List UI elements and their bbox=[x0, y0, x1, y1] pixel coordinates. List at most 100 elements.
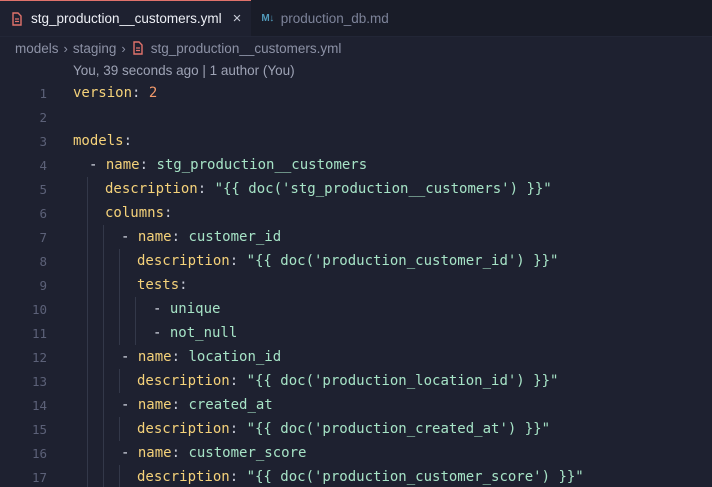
yaml-separator: : bbox=[171, 445, 189, 461]
yaml-separator: : bbox=[132, 85, 149, 101]
tab-stg-production-customers[interactable]: stg_production__customers.yml × bbox=[0, 0, 252, 36]
code-text: columns: bbox=[105, 205, 172, 221]
code-text: - name: location_id bbox=[121, 349, 281, 365]
yaml-value: customer_id bbox=[188, 229, 282, 245]
indent-guide bbox=[135, 321, 136, 345]
code-text: description: "{{ doc('production_locatio… bbox=[137, 373, 558, 389]
chevron-right-icon: › bbox=[63, 40, 68, 56]
line-number: 9 bbox=[39, 277, 47, 293]
line-number: 14 bbox=[31, 397, 47, 413]
yaml-value: stg_production__customers bbox=[156, 157, 368, 173]
yaml-separator: : bbox=[139, 157, 157, 173]
indent-guide bbox=[119, 273, 120, 297]
indent-guide bbox=[103, 417, 104, 441]
yaml-key: name bbox=[137, 349, 172, 365]
yaml-value: created_at bbox=[188, 397, 273, 413]
code-line[interactable]: 2 bbox=[0, 105, 712, 129]
yaml-key: models bbox=[73, 133, 124, 149]
code-text: - name: stg_production__customers bbox=[89, 157, 367, 173]
code-text: tests: bbox=[137, 277, 188, 293]
tab-label: production_db.md bbox=[280, 10, 389, 26]
indent-guide bbox=[103, 369, 104, 393]
indent-guide bbox=[87, 441, 88, 465]
yaml-key: version bbox=[73, 85, 133, 101]
indent-guide bbox=[103, 393, 104, 417]
code-line[interactable]: 7 - name: customer_id bbox=[0, 225, 712, 249]
code-line[interactable]: 3 models: bbox=[0, 129, 712, 153]
yaml-value: "{{ doc('production_created_at') }}" bbox=[246, 421, 551, 437]
indent-guide bbox=[87, 273, 88, 297]
indent-guide bbox=[103, 249, 104, 273]
yaml-key: description bbox=[137, 421, 230, 437]
yaml-separator: : bbox=[171, 397, 189, 413]
yaml-key: tests bbox=[137, 277, 180, 293]
yaml-separator: : bbox=[179, 277, 188, 293]
yaml-value: "{{ doc('production_location_id') }}" bbox=[246, 373, 559, 389]
code-line[interactable]: 5 description: "{{ doc('stg_production__c… bbox=[0, 177, 712, 201]
indent-guide bbox=[87, 321, 88, 345]
code-line[interactable]: 1 version: 2 bbox=[0, 81, 712, 105]
code-line[interactable]: 16 - name: customer_score bbox=[0, 441, 712, 465]
indent-guide bbox=[87, 345, 88, 369]
git-blame-annotation[interactable]: You, 39 seconds ago | 1 author (You) bbox=[0, 59, 712, 81]
code-text: version: 2 bbox=[73, 85, 157, 101]
code-line[interactable]: 4 - name: stg_production__customers bbox=[0, 153, 712, 177]
yaml-value: "{{ doc('production_customer_id') }}" bbox=[246, 253, 559, 269]
indent-guide bbox=[87, 465, 88, 487]
yaml-dash: - bbox=[153, 301, 170, 317]
yaml-separator: : bbox=[171, 229, 189, 245]
yaml-separator: : bbox=[229, 469, 247, 485]
code-line[interactable]: 17 description: "{{ doc('production_custo… bbox=[0, 465, 712, 487]
line-number: 12 bbox=[31, 349, 47, 365]
tab-production-db[interactable]: M↓ production_db.md bbox=[251, 0, 398, 36]
yaml-key: name bbox=[137, 229, 172, 245]
yaml-key: name bbox=[137, 445, 172, 461]
indent-guide bbox=[119, 369, 120, 393]
yaml-separator: : bbox=[229, 421, 247, 437]
indent-guide bbox=[103, 297, 104, 321]
line-number: 10 bbox=[31, 301, 47, 317]
code-line[interactable]: 9 tests: bbox=[0, 273, 712, 297]
yaml-value: 2 bbox=[148, 85, 158, 101]
code-text: - name: created_at bbox=[121, 397, 273, 413]
breadcrumb-item-models[interactable]: models bbox=[15, 41, 59, 56]
code-text: - name: customer_score bbox=[121, 445, 306, 461]
yaml-dash: - bbox=[121, 397, 138, 413]
line-number: 13 bbox=[31, 373, 47, 389]
close-icon[interactable]: × bbox=[233, 10, 242, 27]
code-line[interactable]: 14 - name: created_at bbox=[0, 393, 712, 417]
code-line[interactable]: 15 description: "{{ doc('production_creat… bbox=[0, 417, 712, 441]
code-text: description: "{{ doc('production_created… bbox=[137, 421, 550, 437]
yaml-value: customer_score bbox=[188, 445, 307, 461]
indent-guide bbox=[119, 417, 120, 441]
code-line[interactable]: 8 description: "{{ doc('production_custom… bbox=[0, 249, 712, 273]
yaml-key: name bbox=[105, 157, 140, 173]
line-number: 11 bbox=[31, 325, 47, 341]
yaml-key: columns bbox=[105, 205, 165, 221]
code-line[interactable]: 11 - not_null bbox=[0, 321, 712, 345]
indent-guide bbox=[87, 201, 88, 225]
breadcrumb: models › staging › stg_production__custo… bbox=[0, 37, 712, 59]
indent-guide bbox=[119, 321, 120, 345]
yaml-dash: - bbox=[153, 325, 170, 341]
code-line[interactable]: 6 columns: bbox=[0, 201, 712, 225]
code-text: models: bbox=[73, 133, 132, 149]
indent-guide bbox=[87, 369, 88, 393]
breadcrumb-item-staging[interactable]: staging bbox=[73, 41, 117, 56]
line-number: 4 bbox=[39, 157, 47, 173]
code-text: - name: customer_id bbox=[121, 229, 281, 245]
line-number: 8 bbox=[39, 253, 47, 269]
breadcrumb-item-file[interactable]: stg_production__customers.yml bbox=[151, 41, 342, 56]
code-text: description: "{{ doc('production_custome… bbox=[137, 253, 558, 269]
code-line[interactable]: 13 description: "{{ doc('production_locat… bbox=[0, 369, 712, 393]
indent-guide bbox=[87, 297, 88, 321]
code-editor[interactable]: 1 version: 2 2 3 models: 4- name: stg_product… bbox=[0, 81, 712, 487]
tab-bar: stg_production__customers.yml × M↓ produ… bbox=[0, 0, 712, 37]
yaml-value: "{{ doc('production_customer_score') }}" bbox=[246, 469, 584, 485]
code-line[interactable]: 12 - name: location_id bbox=[0, 345, 712, 369]
line-number: 1 bbox=[39, 85, 47, 101]
code-text: - unique bbox=[153, 301, 220, 317]
line-number: 3 bbox=[39, 133, 47, 149]
indent-guide bbox=[103, 465, 104, 487]
code-line[interactable]: 10 - unique bbox=[0, 297, 712, 321]
